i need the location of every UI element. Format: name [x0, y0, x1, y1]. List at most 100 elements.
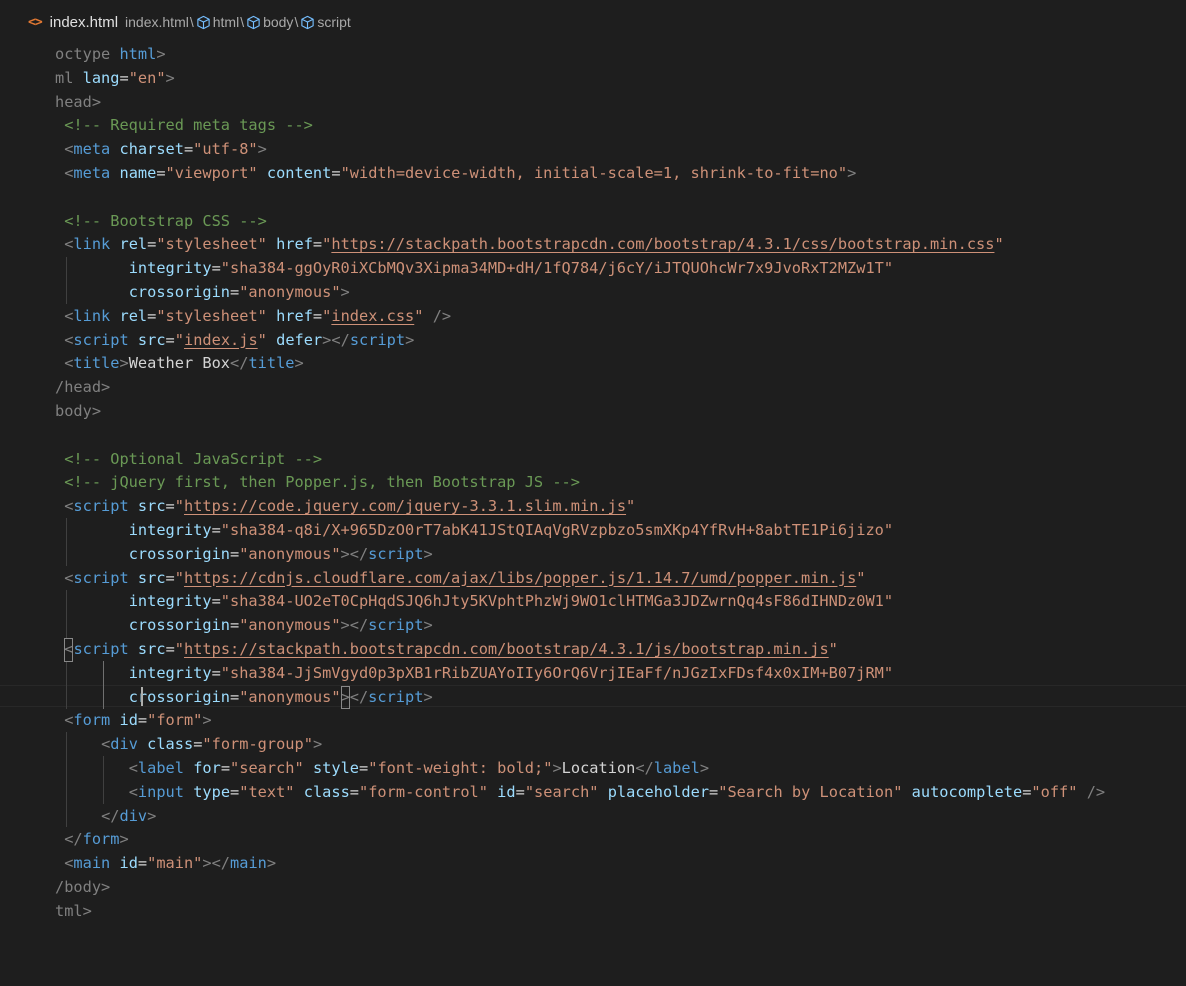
- code-line[interactable]: <script src="index.js" defer></script>: [55, 329, 1105, 353]
- code-line[interactable]: <form id="form">: [55, 709, 1105, 733]
- code-token: <!-- Required meta tags -->: [64, 116, 313, 135]
- code-token: "anonymous": [239, 282, 341, 301]
- code-token: "en": [128, 68, 166, 87]
- breadcrumb-item-body[interactable]: body: [263, 14, 293, 30]
- code-token: >: [312, 735, 323, 754]
- code-line[interactable]: body>: [55, 400, 1105, 424]
- code-line[interactable]: <title>Weather Box</title>: [55, 352, 1105, 376]
- code-token: "anonymous": [239, 616, 341, 635]
- code-line[interactable]: integrity="sha384-ggOyR0iXCbMQv3Xipma34M…: [55, 257, 1105, 281]
- code-token: "search": [524, 782, 599, 801]
- code-line[interactable]: <meta name="viewport" content="width=dev…: [55, 162, 1105, 186]
- code-token: =: [515, 782, 525, 801]
- code-line[interactable]: crossorigin="anonymous"></script>: [55, 685, 1105, 710]
- code-token: head>: [55, 92, 102, 111]
- code-token: crossorigin: [128, 687, 230, 706]
- code-token: label: [137, 758, 184, 777]
- code-line[interactable]: </div>: [55, 805, 1105, 829]
- code-token: label: [653, 758, 700, 777]
- code-token: "off": [1031, 782, 1078, 801]
- code-line[interactable]: integrity="sha384-JjSmVgyd0p3pXB1rRibZUA…: [55, 662, 1105, 686]
- code-token: https://cdnjs.cloudflare.com/ajax/libs/p…: [183, 568, 857, 587]
- code-token: "sha384-q8i/X+965DzO0rT7abK41JStQIAqVgRV…: [220, 520, 894, 539]
- code-line[interactable]: crossorigin="anonymous"></script>: [55, 543, 1105, 567]
- code-line[interactable]: <!-- Optional JavaScript -->: [55, 448, 1105, 472]
- code-line[interactable]: <!-- Required meta tags -->: [55, 114, 1105, 138]
- code-token: >: [699, 758, 710, 777]
- code-line[interactable]: <input type="text" class="form-control" …: [55, 781, 1105, 805]
- code-line[interactable]: crossorigin="anonymous"></script>: [55, 614, 1105, 638]
- code-token: =: [230, 544, 240, 563]
- breadcrumb-file[interactable]: index.html: [50, 14, 118, 31]
- code-line[interactable]: <label for="search" style="font-weight: …: [55, 757, 1105, 781]
- code-token: "Search by Location": [718, 782, 903, 801]
- breadcrumb-item-html[interactable]: html: [213, 14, 239, 30]
- code-line[interactable]: [55, 186, 1105, 210]
- code-token: "sha384-JjSmVgyd0p3pXB1rRibZUAYoIIy6OrQ6…: [220, 663, 894, 682]
- code-token: https://stackpath.bootstrapcdn.com/boots…: [331, 235, 995, 254]
- symbol-cube-icon: [247, 15, 260, 29]
- code-line[interactable]: ml lang="en">: [55, 67, 1105, 91]
- code-token: "text": [239, 782, 295, 801]
- code-token: input: [137, 782, 184, 801]
- code-line[interactable]: [55, 424, 1105, 448]
- code-token: src: [137, 497, 166, 516]
- code-token: >: [156, 45, 166, 63]
- code-line[interactable]: crossorigin="anonymous">: [55, 281, 1105, 305]
- code-line[interactable]: <script src="https://cdnjs.cloudflare.co…: [55, 567, 1105, 591]
- code-token: <: [55, 497, 74, 516]
- code-line[interactable]: integrity="sha384-q8i/X+965DzO0rT7abK41J…: [55, 519, 1105, 543]
- code-token: "anonymous": [239, 544, 341, 563]
- breadcrumb-item-index-html[interactable]: index.html: [125, 14, 189, 30]
- breadcrumb-item-script[interactable]: script: [317, 14, 350, 30]
- code-line[interactable]: /body>: [55, 876, 1105, 900]
- code-line[interactable]: <meta charset="utf-8">: [55, 138, 1105, 162]
- code-token: title: [73, 354, 120, 373]
- code-token: =: [211, 592, 221, 611]
- code-token: >: [423, 544, 433, 563]
- code-token: >: [202, 711, 212, 730]
- code-line[interactable]: </form>: [55, 828, 1105, 852]
- code-line[interactable]: <div class="form-group">: [55, 733, 1105, 757]
- code-line[interactable]: /head>: [55, 376, 1105, 400]
- code-token: href: [276, 235, 313, 254]
- code-token: crossorigin: [128, 282, 230, 301]
- code-line[interactable]: tml>: [55, 900, 1105, 924]
- code-token: =: [331, 163, 341, 182]
- code-line[interactable]: <link rel="stylesheet" href="index.css" …: [55, 305, 1105, 329]
- code-token: link: [73, 235, 111, 254]
- code-line[interactable]: <script src="https://code.jquery.com/jqu…: [55, 495, 1105, 519]
- code-token: ": [174, 639, 184, 658]
- code-line[interactable]: integrity="sha384-UO2eT0CpHqdSJQ6hJty5KV…: [55, 590, 1105, 614]
- code-line[interactable]: <main id="main"></main>: [55, 852, 1105, 876]
- code-token: "form-control": [359, 782, 488, 801]
- code-token: style: [312, 758, 360, 777]
- code-token: https://code.jquery.com/jquery-3.3.1.sli…: [183, 497, 627, 516]
- code-token: </: [55, 830, 83, 849]
- code-line[interactable]: octype html>: [55, 43, 1105, 67]
- code-line[interactable]: <link rel="stylesheet" href="https://sta…: [55, 233, 1105, 257]
- code-line[interactable]: <!-- jQuery first, then Popper.js, then …: [55, 471, 1105, 495]
- code-token: "sha384-UO2eT0CpHqdSJQ6hJty5KVphtPhzWj9W…: [220, 592, 894, 611]
- code-line[interactable]: <script src="https://stackpath.bootstrap…: [55, 637, 1105, 662]
- code-token: <: [55, 163, 74, 182]
- code-editor[interactable]: octype html> ml lang="en"> head> <!-- Requ…: [55, 43, 1105, 923]
- code-line[interactable]: <!-- Bootstrap CSS -->: [55, 210, 1105, 234]
- code-token: <: [55, 306, 74, 325]
- code-token: <!-- jQuery first, then Popper.js, then …: [64, 473, 580, 492]
- code-token: </: [101, 806, 120, 825]
- code-line[interactable]: head>: [55, 91, 1105, 115]
